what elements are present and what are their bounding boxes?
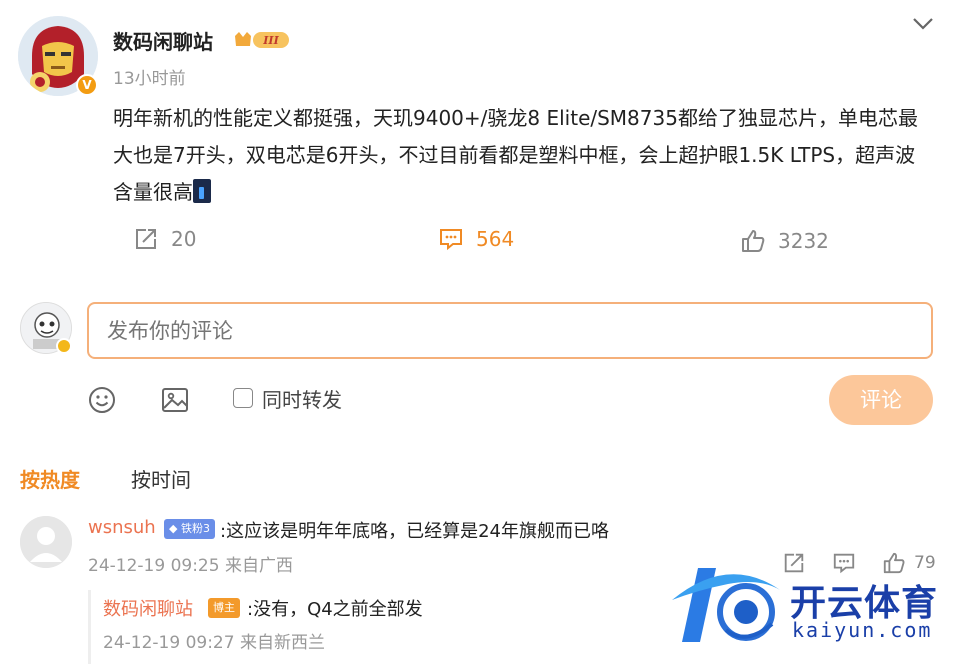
thumbs-up-icon	[742, 230, 765, 252]
reply-text: :没有，Q4之前全部发	[247, 599, 423, 620]
author-badge: 博主	[208, 598, 240, 618]
like-count: 3232	[778, 229, 829, 253]
repost-checkbox-label[interactable]: 同时转发	[262, 384, 342, 413]
post-text: 明年新机的性能定义都挺强，天玑9400+/骁龙8 Elite/SM8735都给了…	[113, 106, 918, 204]
repost-count: 20	[171, 227, 197, 251]
repost-checkbox[interactable]	[233, 388, 253, 408]
tab-sort-by-hot[interactable]: 按热度	[20, 464, 80, 493]
comment-input[interactable]	[87, 302, 933, 359]
reply-icon[interactable]	[832, 551, 856, 575]
commenter-avatar[interactable]	[20, 516, 72, 568]
commenter-name[interactable]: wsnsuh	[88, 517, 156, 538]
like-button[interactable]: 3232	[740, 228, 829, 254]
post-author-name[interactable]: 数码闲聊站	[113, 26, 213, 55]
post-timestamp[interactable]: 13小时前	[113, 64, 186, 89]
comment-text: :这应该是明年年底咯，已经算是24年旗舰而已咯	[220, 521, 609, 542]
reply-author-name[interactable]: 数码闲聊站	[103, 595, 193, 621]
comment-actions: 79	[782, 551, 936, 575]
fan-level-badge: ◆ 铁粉3	[164, 519, 215, 539]
post-body: 明年新机的性能定义都挺强，天玑9400+/骁龙8 Elite/SM8735都给了…	[113, 100, 933, 211]
chevron-down-icon[interactable]	[908, 8, 938, 38]
comment-like-count: 79	[914, 553, 936, 573]
thumbs-up-icon	[883, 552, 905, 574]
submit-comment-button[interactable]: 评论	[829, 375, 933, 425]
comment-button[interactable]: 564	[438, 226, 514, 252]
comment-icon	[440, 229, 462, 251]
verified-badge-icon: V	[76, 74, 98, 96]
comment-count: 564	[476, 227, 515, 251]
image-icon[interactable]	[160, 385, 190, 415]
reply-thread-line	[88, 590, 91, 664]
rank-badge-icon: III	[233, 28, 291, 52]
repost-icon	[136, 229, 156, 249]
repost-button[interactable]: 20	[133, 226, 196, 252]
phone-emoji-icon	[193, 179, 211, 203]
fan-level-badge-label: 铁粉3	[180, 522, 210, 535]
emoji-icon[interactable]	[87, 385, 117, 415]
user-level-badge-icon	[56, 338, 72, 354]
watermark-logo-icon	[668, 560, 788, 650]
comment-meta: 24-12-19 09:25 来自广西	[88, 556, 293, 576]
reply-meta: 24-12-19 09:27 来自新西兰	[103, 633, 325, 653]
comment-like-button[interactable]: 79	[882, 551, 936, 575]
rank-badge-label: III	[262, 34, 279, 47]
tab-sort-by-time[interactable]: 按时间	[131, 464, 191, 493]
watermark-brand-en: kaiyun.com	[792, 618, 933, 642]
